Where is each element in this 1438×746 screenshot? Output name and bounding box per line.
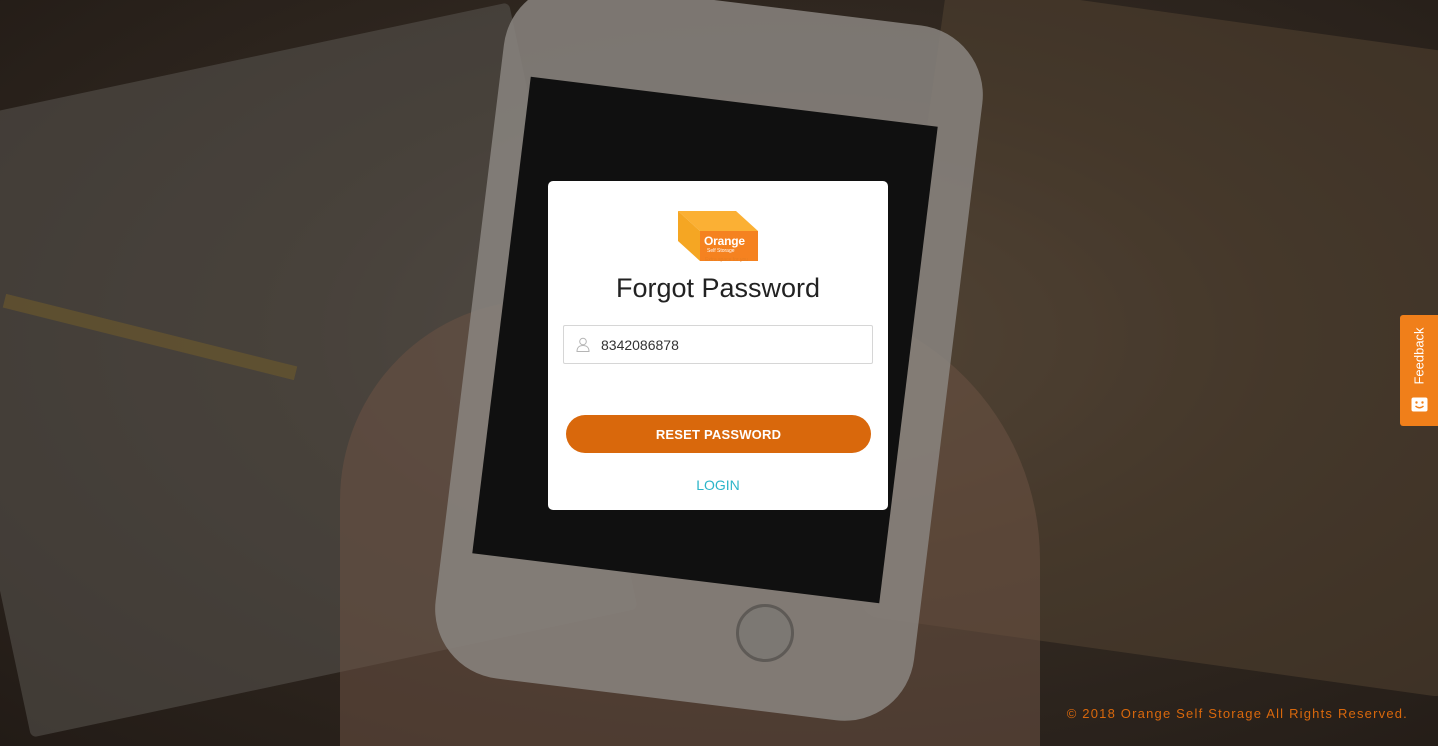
phone-input-wrapper[interactable] (563, 325, 873, 364)
background-phone-home-button (736, 604, 794, 662)
feedback-tab[interactable]: Feedback (1400, 315, 1438, 426)
logo-wordmark: Orange (704, 234, 745, 248)
logo-subtitle: Self Storage (707, 248, 735, 254)
smile-icon (1411, 397, 1428, 412)
page-title: Forgot Password (615, 273, 821, 303)
reset-password-button[interactable]: RESET PASSWORD (566, 415, 871, 453)
brand-logo: Orange Self Storage Extra space for you (678, 211, 758, 263)
user-icon (576, 337, 590, 352)
logo-tagline: Extra space for you (705, 257, 749, 263)
login-link[interactable]: LOGIN (548, 477, 888, 493)
forgot-password-card: Orange Self Storage Extra space for you … (548, 181, 888, 510)
phone-input[interactable] (601, 326, 866, 363)
feedback-label: Feedback (1411, 327, 1427, 385)
copyright-text: © 2018 Orange Self Storage All Rights Re… (1066, 706, 1408, 721)
